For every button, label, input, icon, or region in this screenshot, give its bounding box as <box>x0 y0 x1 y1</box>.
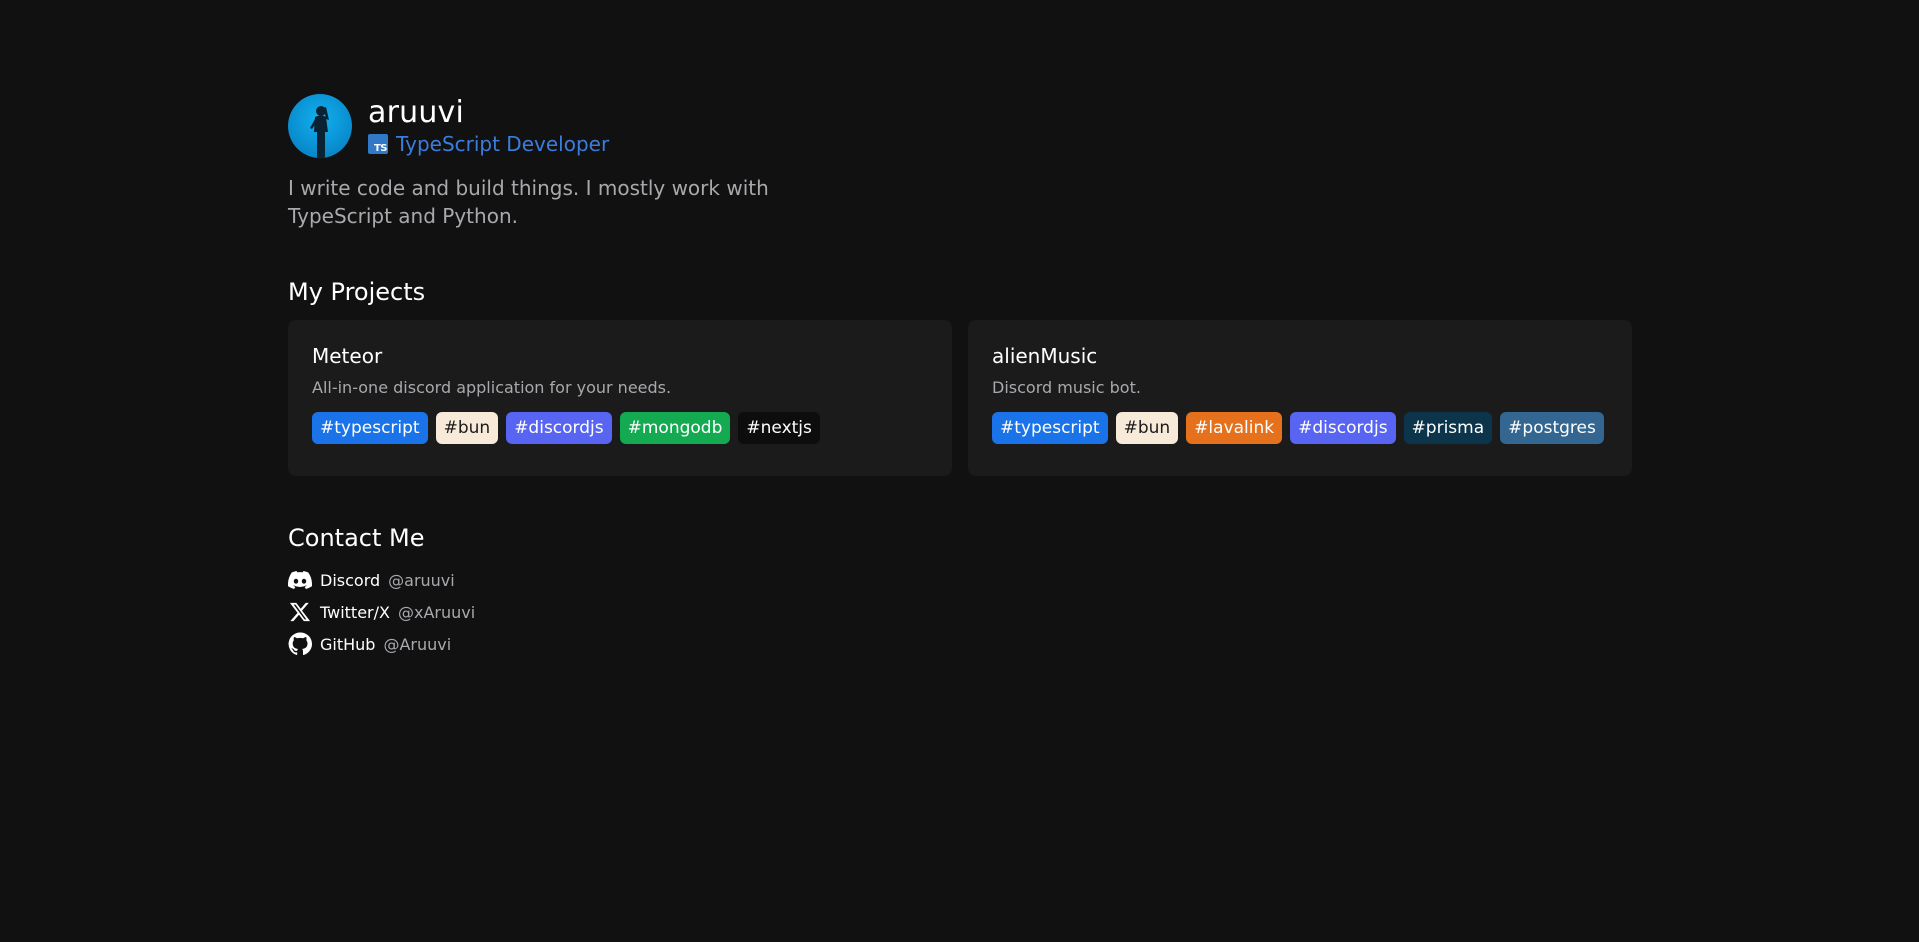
contact-platform: GitHub <box>320 634 376 654</box>
contact-heading: Contact Me <box>288 524 425 552</box>
profile-name: aruuvi <box>368 95 465 130</box>
project-tags: #typescript #bun #lavalink #discordjs #prism… <box>992 412 1608 444</box>
project-title[interactable]: Meteor <box>312 344 928 368</box>
project-tags: #typescript #bun #discordjs #mongodb #nextjs <box>312 412 928 444</box>
project-card[interactable]: Meteor All-in-one discord application for… <box>288 320 952 476</box>
x-twitter-icon <box>288 600 312 624</box>
avatar <box>288 94 352 158</box>
contact-handle: @Aruuvi <box>383 634 452 654</box>
typescript-icon-text: TS <box>373 143 388 154</box>
tech-tag: #nextjs <box>738 412 820 444</box>
tech-tag: #typescript <box>312 412 428 444</box>
profile-role: TS TypeScript Developer <box>368 132 609 156</box>
discord-icon <box>288 568 312 592</box>
projects-grid: Meteor All-in-one discord application for… <box>288 320 1632 476</box>
contact-platform: Discord <box>320 570 381 590</box>
contact-link-discord[interactable]: Discord @aruuvi <box>288 564 1632 596</box>
tech-tag: #bun <box>1115 412 1179 444</box>
contact-handle: @xAruuvi <box>397 602 476 622</box>
tech-tag: #discordjs <box>506 412 612 444</box>
project-title[interactable]: alienMusic <box>992 344 1608 368</box>
typescript-icon: TS <box>368 134 388 154</box>
tech-tag: #typescript <box>992 412 1108 444</box>
contact-handle: @aruuvi <box>388 570 455 590</box>
identity: aruuvi TS TypeScript Developer <box>368 96 609 156</box>
tech-tag: #bun <box>435 412 499 444</box>
tech-tag: #postgres <box>1500 412 1604 444</box>
github-icon <box>288 632 312 656</box>
project-description: All-in-one discord application for your … <box>312 378 672 397</box>
profile-header: aruuvi TS TypeScript Developer <box>288 94 1632 158</box>
profile-bio: I write code and build things. I mostly … <box>288 176 769 228</box>
tech-tag: #prisma <box>1403 412 1493 444</box>
contact-platform: Twitter/X <box>320 602 390 622</box>
contact-link-twitterx[interactable]: Twitter/X @xAruuvi <box>288 596 1632 628</box>
page: aruuvi TS TypeScript Developer I write c… <box>288 94 1632 660</box>
project-description: Discord music bot. <box>992 378 1141 397</box>
project-card[interactable]: alienMusic Discord music bot. #typescript #… <box>968 320 1632 476</box>
tech-tag: #lavalink <box>1186 412 1283 444</box>
tech-tag: #mongodb <box>619 412 731 444</box>
contact-list: Discord @aruuvi Twitter/X @xAruuvi GitHub @Ar… <box>288 564 1632 660</box>
avatar-silhouette <box>310 106 329 158</box>
tech-tag: #discordjs <box>1290 412 1396 444</box>
contact-link-github[interactable]: GitHub @Aruuvi <box>288 628 1632 660</box>
profile-role-label: TypeScript Developer <box>396 132 610 156</box>
projects-heading: My Projects <box>288 278 426 306</box>
